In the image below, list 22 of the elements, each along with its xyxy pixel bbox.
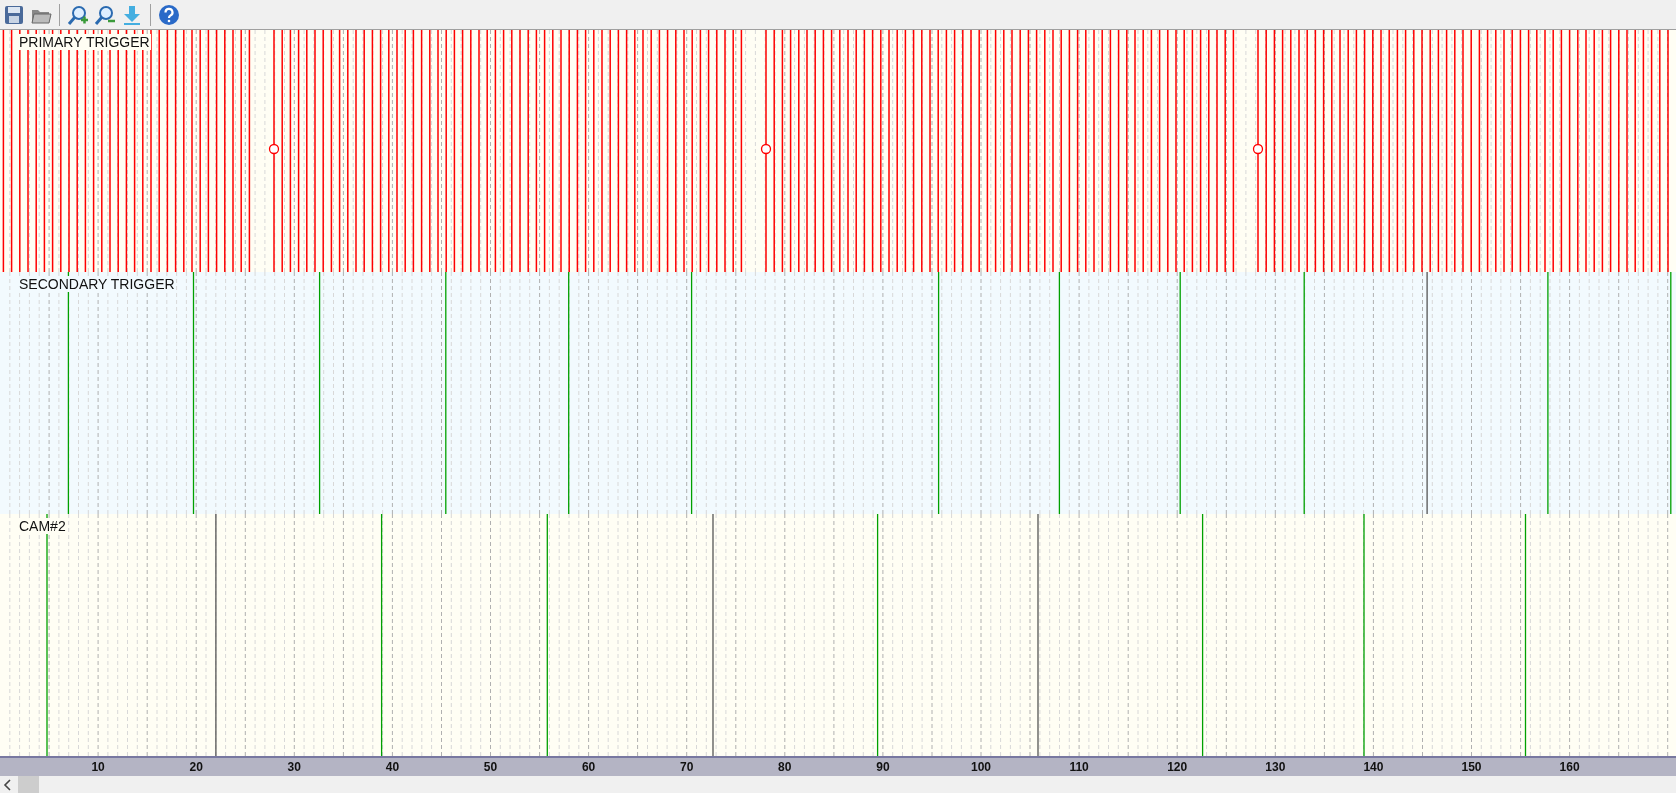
axis-tick-label: 20 <box>189 759 203 775</box>
channel-label: CAM#2 <box>18 518 67 534</box>
axis-tick-label: 50 <box>483 759 498 775</box>
help-button[interactable] <box>157 2 181 27</box>
axis-tick-label: 140 <box>1363 759 1384 775</box>
axis-tick-label: 120 <box>1167 759 1188 775</box>
axis-tick-label: 100 <box>971 759 991 775</box>
scroll-left-icon[interactable] <box>3 778 13 791</box>
axis-tick-label: 130 <box>1265 759 1286 775</box>
scrollbar-thumb[interactable] <box>18 776 39 793</box>
channel-label: SECONDARY TRIGGER <box>18 276 176 292</box>
axis-tick-label: 40 <box>385 759 400 775</box>
axis-tick-label: 10 <box>91 759 105 775</box>
axis-tick-label: 110 <box>1069 759 1089 775</box>
axis-tick-label: 80 <box>778 759 792 775</box>
axis-tick-label: 160 <box>1559 759 1580 775</box>
axis-tick-label: 150 <box>1461 759 1482 775</box>
channel-label: PRIMARY TRIGGER <box>18 34 151 50</box>
axis-tick-label: 90 <box>876 759 890 775</box>
axis-tick-label: 30 <box>287 759 301 775</box>
axis-tick-label: 70 <box>680 759 694 775</box>
axis-tick-label: 60 <box>581 759 596 775</box>
